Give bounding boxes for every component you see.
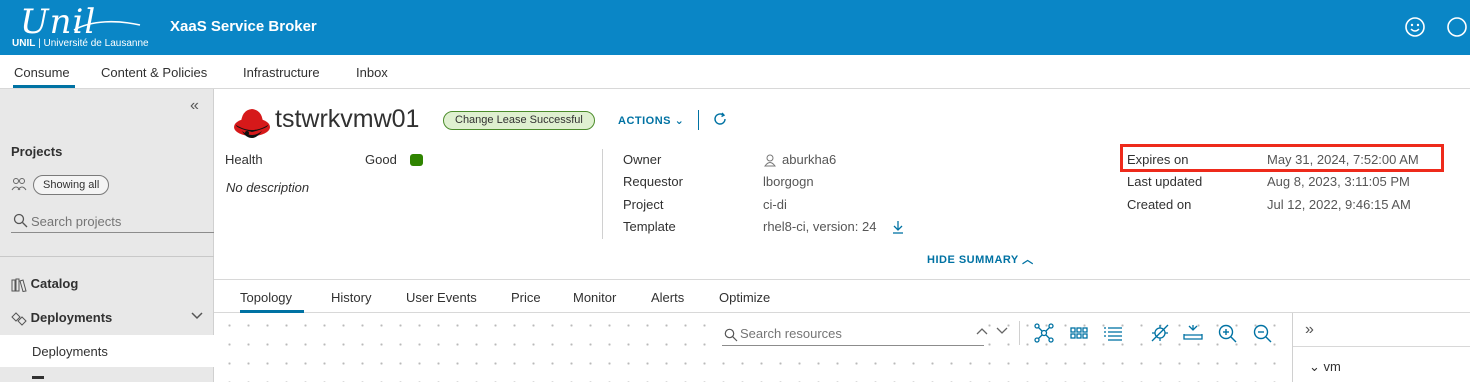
sidebar-label-deployments: Deployments — [30, 310, 113, 325]
nav-consume[interactable]: Consume — [14, 65, 70, 80]
resource-search — [722, 323, 984, 346]
projects-heading: Projects — [11, 144, 63, 159]
sidebar: « Projects Showing all Catalog Deploymen… — [0, 89, 214, 382]
redhat-icon — [234, 109, 270, 138]
tab-alerts[interactable]: Alerts — [651, 290, 684, 305]
chevron-down-icon[interactable] — [996, 326, 1008, 336]
project-search — [11, 209, 214, 233]
sidebar-item-catalog[interactable]: Catalog — [11, 276, 78, 292]
project-filter-toggle[interactable]: Showing all — [33, 175, 110, 195]
lease-status-badge: Change Lease Successful — [443, 111, 595, 130]
panel-node-vm[interactable]: ⌄ vm — [1309, 359, 1341, 375]
tab-user-events[interactable]: User Events — [406, 290, 477, 305]
deployment-name: tstwrkvmw01 — [275, 105, 420, 133]
details-side-panel: » ⌄ vm — [1292, 313, 1470, 382]
collapse-sidebar-icon[interactable]: « — [190, 97, 199, 115]
fit-to-screen-icon[interactable] — [1182, 323, 1204, 343]
hide-summary-button[interactable]: HIDE SUMMARY ︿ — [927, 251, 1034, 267]
search-icon — [724, 328, 738, 342]
user-icon — [764, 154, 776, 167]
nav-active-indicator — [13, 85, 75, 88]
grid-layout-icon[interactable] — [1068, 323, 1090, 343]
nav-inbox[interactable]: Inbox — [356, 65, 388, 80]
app-title: XaaS Service Broker — [170, 18, 317, 35]
project-value: ci-di — [763, 197, 787, 212]
logo-swoosh — [73, 20, 141, 31]
template-label: Template — [623, 219, 676, 234]
zoom-in-icon[interactable] — [1217, 323, 1239, 343]
logo-subtitle: UNIL | Université de Lausanne — [12, 38, 149, 49]
search-icon — [13, 213, 28, 228]
tab-history[interactable]: History — [331, 290, 371, 305]
download-icon[interactable] — [892, 220, 904, 234]
actions-dropdown[interactable]: ACTIONS ⌄ — [618, 114, 684, 127]
list-layout-icon[interactable] — [1102, 323, 1124, 343]
tab-price[interactable]: Price — [511, 290, 541, 305]
topology-canvas[interactable] — [214, 313, 1292, 382]
nav-infrastructure[interactable]: Infrastructure — [243, 65, 320, 80]
zoom-out-icon[interactable] — [1252, 323, 1274, 343]
main-nav: Consume Content & Policies Infrastructur… — [0, 55, 1470, 89]
template-value: rhel8-ci, version: 24 — [763, 219, 877, 234]
people-icon — [11, 178, 27, 191]
expires-value: May 31, 2024, 7:52:00 AM — [1267, 152, 1419, 167]
health-value: Good — [365, 152, 397, 167]
panel-divider — [1293, 346, 1470, 347]
created-label: Created on — [1127, 197, 1192, 212]
chevron-up-icon[interactable] — [976, 326, 988, 336]
catalog-icon — [11, 278, 27, 292]
sidebar-item-deployments[interactable]: Deployments — [11, 310, 112, 326]
owner-label: Owner — [623, 152, 662, 167]
sidebar-sublabel-deployments: Deployments — [32, 344, 108, 359]
tab-optimize[interactable]: Optimize — [719, 290, 770, 305]
created-value: Jul 12, 2022, 9:46:15 AM — [1267, 197, 1411, 212]
requestor-label: Requestor — [623, 174, 683, 189]
toolbar-separator — [1019, 321, 1020, 345]
health-status-icon — [410, 154, 423, 166]
search-projects-input[interactable] — [31, 211, 211, 231]
unil-logo[interactable]: Unil UNIL | Université de Lausanne — [12, 2, 162, 52]
deployment-description: No description — [226, 180, 310, 195]
smiley-icon[interactable] — [1404, 16, 1426, 38]
nav-content-policies[interactable]: Content & Policies — [101, 65, 207, 80]
tab-topology[interactable]: Topology — [240, 290, 292, 305]
deployment-tabs: Topology History User Events Price Monit… — [214, 279, 1470, 313]
health-label: Health — [225, 152, 263, 167]
search-resources-input[interactable] — [740, 326, 970, 341]
chevron-down-icon: ⌄ — [674, 115, 685, 127]
help-icon[interactable] — [1446, 16, 1468, 38]
sidebar-label-catalog: Catalog — [30, 276, 79, 291]
chevron-down-icon: ⌄ — [1309, 359, 1324, 374]
tab-monitor[interactable]: Monitor — [573, 290, 616, 305]
column-separator — [602, 149, 603, 239]
last-updated-label: Last updated — [1127, 174, 1203, 189]
sidebar-subitem-deployments[interactable]: Deployments — [0, 335, 214, 367]
deployments-icon — [11, 311, 27, 326]
requestor-value: lborgogn — [763, 174, 814, 189]
refresh-icon[interactable] — [713, 112, 727, 126]
sidebar-divider — [0, 256, 214, 257]
hide-links-icon[interactable] — [1149, 323, 1171, 343]
chevron-up-icon: ︿ — [1022, 254, 1034, 266]
project-label: Project — [623, 197, 664, 212]
chevron-down-icon[interactable] — [190, 311, 204, 321]
expand-panel-icon[interactable]: » — [1305, 321, 1314, 339]
last-updated-value: Aug 8, 2023, 3:11:05 PM — [1267, 174, 1410, 189]
network-layout-icon[interactable] — [1033, 323, 1055, 343]
sidebar-cut-item — [32, 376, 44, 379]
actions-separator — [698, 110, 699, 130]
deployment-details: tstwrkvmw01 Change Lease Successful ACTI… — [214, 89, 1470, 382]
app-header: Unil UNIL | Université de Lausanne XaaS … — [0, 0, 1470, 55]
owner-value: aburkha6 — [782, 152, 837, 167]
expires-label: Expires on — [1127, 152, 1189, 167]
